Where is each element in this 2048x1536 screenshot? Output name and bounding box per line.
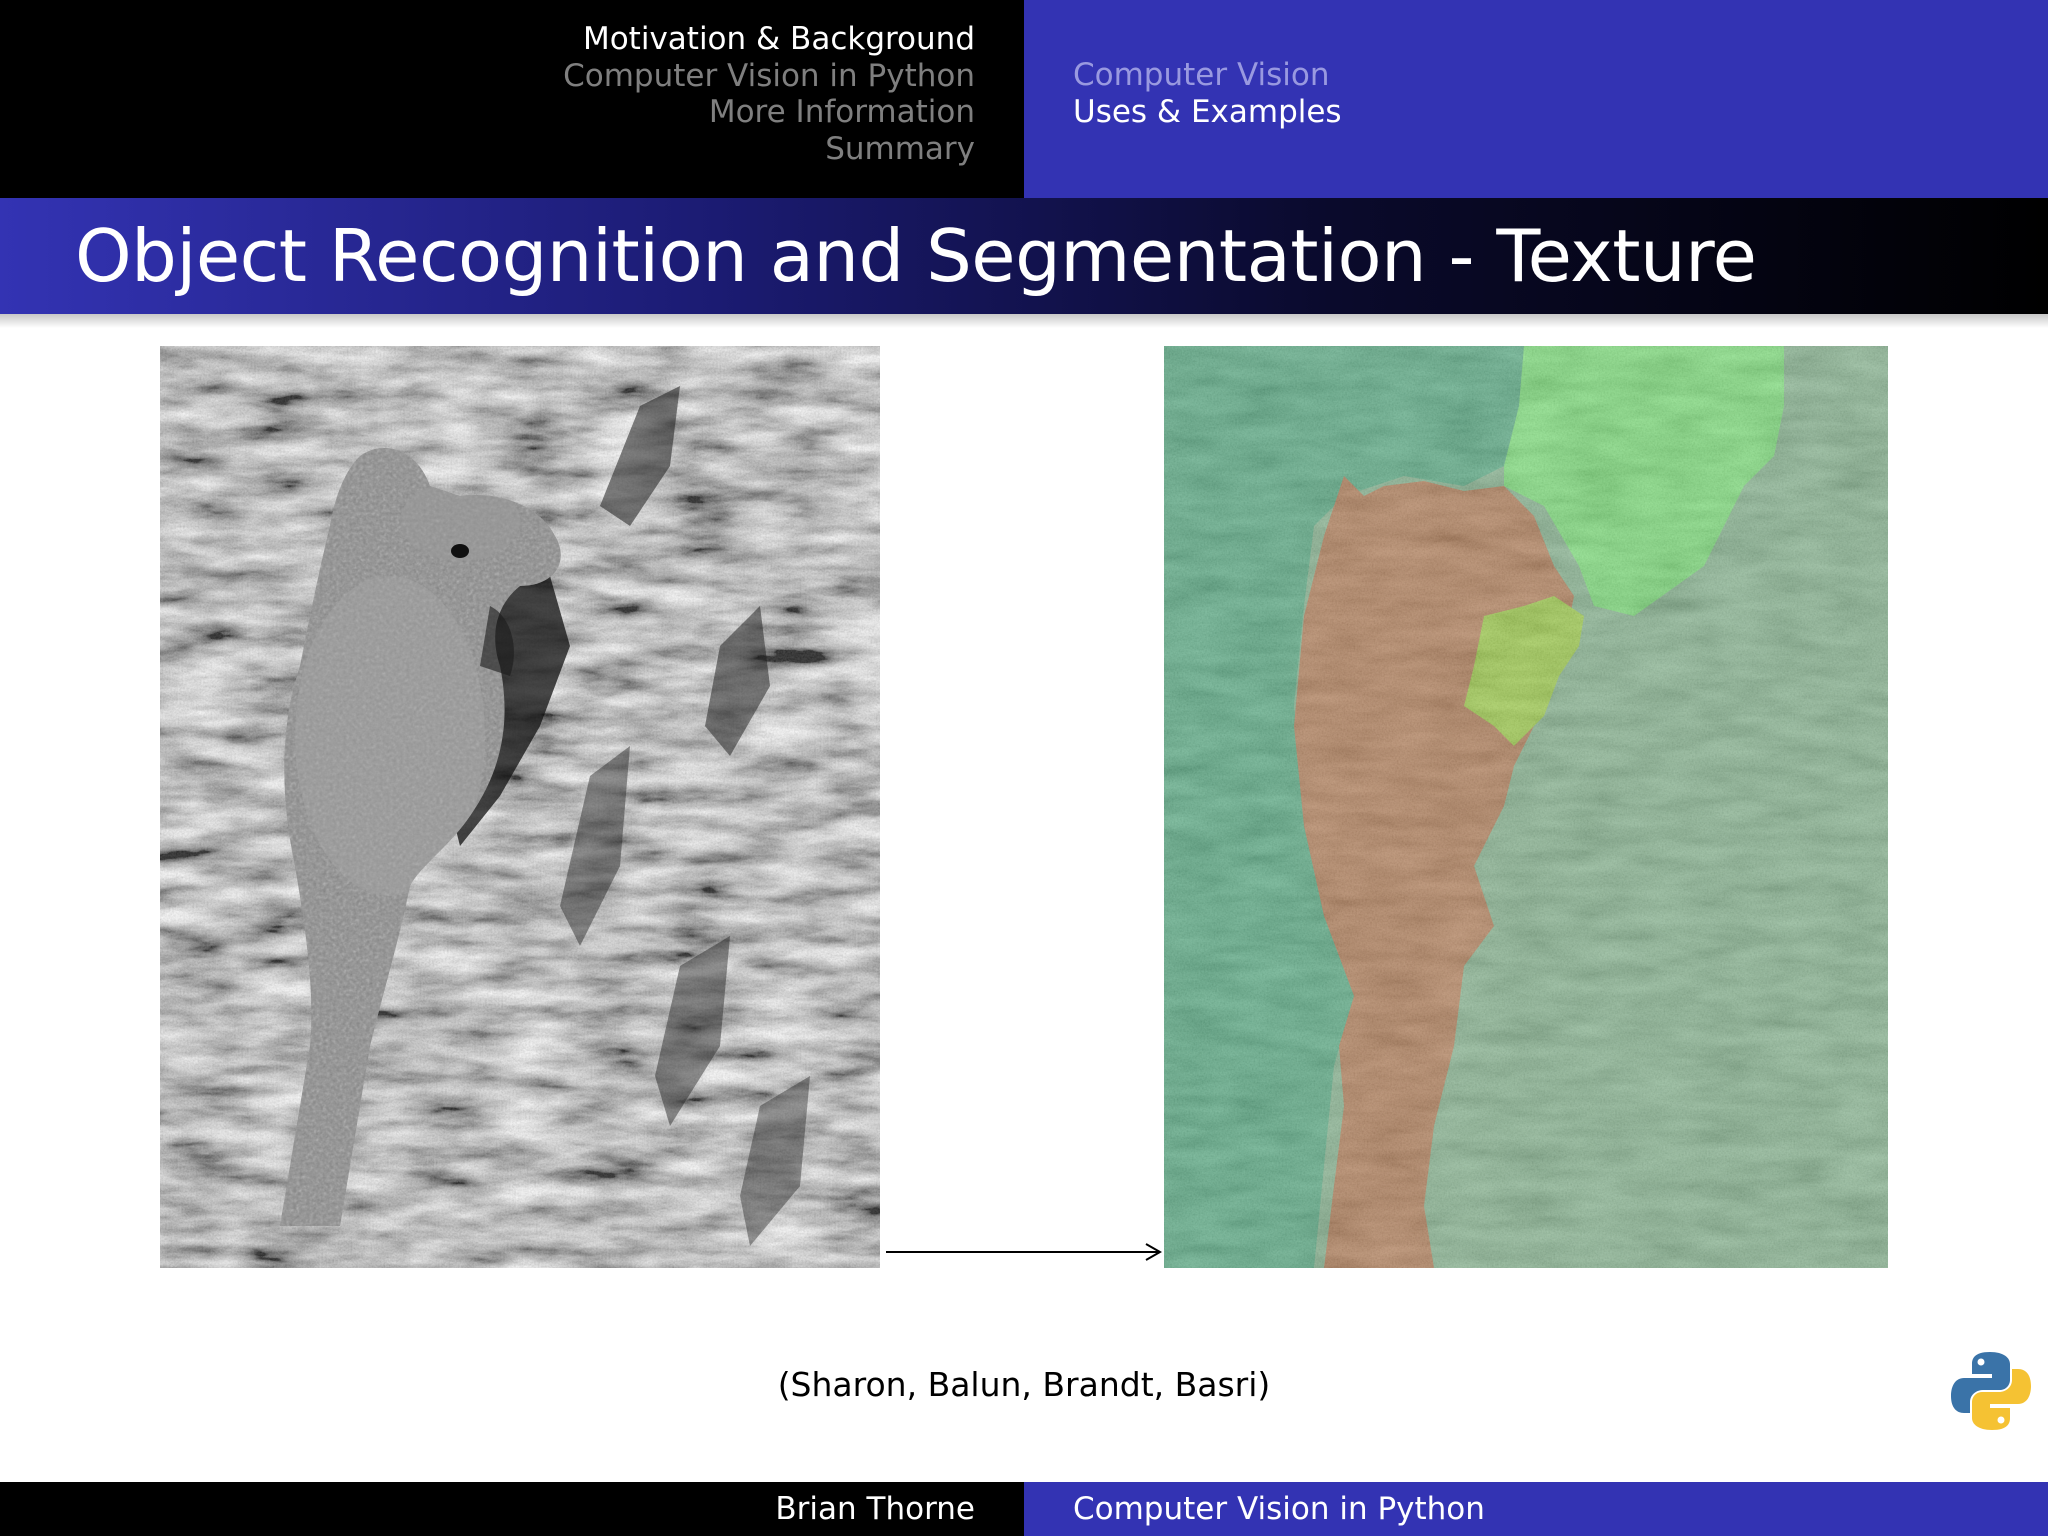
header-navigation: Motivation & Background Computer Vision … xyxy=(0,0,2048,198)
texture-segmentation-result-image xyxy=(1164,346,1888,1268)
section-navigation-panel: Motivation & Background Computer Vision … xyxy=(0,0,1024,198)
subsection-list: Computer Vision Uses & Examples xyxy=(1073,57,1342,130)
image-citation: (Sharon, Balun, Brandt, Basri) xyxy=(777,1365,1271,1404)
nav-section-more-information[interactable]: More Information xyxy=(563,94,975,131)
original-image-graphic xyxy=(160,346,880,1268)
footer-author: Brian Thorne xyxy=(775,1491,975,1527)
subsection-navigation-panel: Computer Vision Uses & Examples xyxy=(1024,0,2048,198)
segmented-image-graphic xyxy=(1164,346,1888,1268)
grayscale-squirrel-on-bark-photo xyxy=(160,346,880,1268)
nav-subsection-uses-examples[interactable]: Uses & Examples xyxy=(1073,94,1342,131)
squirrel-eye xyxy=(451,544,469,558)
slide-title-bar: Object Recognition and Segmentation - Te… xyxy=(0,198,2048,314)
footer-author-panel: Brian Thorne xyxy=(0,1482,1024,1536)
right-arrow-icon xyxy=(884,1240,1164,1264)
footer-bar: Brian Thorne Computer Vision in Python xyxy=(0,1482,2048,1536)
nav-subsection-computer-vision[interactable]: Computer Vision xyxy=(1073,57,1342,94)
footer-talk-title: Computer Vision in Python xyxy=(1073,1491,1485,1527)
title-bar-shadow xyxy=(0,314,2048,328)
nav-section-summary[interactable]: Summary xyxy=(563,131,975,168)
nav-section-motivation-background[interactable]: Motivation & Background xyxy=(563,21,975,58)
section-list: Motivation & Background Computer Vision … xyxy=(563,21,975,167)
footer-title-panel: Computer Vision in Python xyxy=(1024,1482,2048,1536)
slide-title: Object Recognition and Segmentation - Te… xyxy=(75,214,1757,298)
python-logo-icon xyxy=(1950,1350,2032,1432)
nav-section-computer-vision-in-python[interactable]: Computer Vision in Python xyxy=(563,58,975,95)
